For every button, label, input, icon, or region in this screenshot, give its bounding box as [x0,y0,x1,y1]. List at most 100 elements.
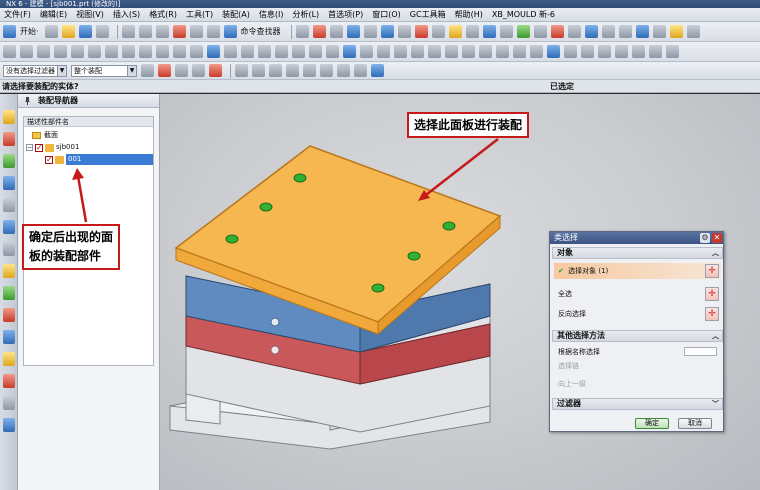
split-body-icon[interactable] [275,45,288,58]
pan-icon[interactable] [329,25,343,38]
select-all-row[interactable]: 全选 ✛ [554,286,721,302]
reuse-library-tab-icon[interactable] [3,176,15,190]
chamfer-icon[interactable] [652,25,666,38]
name-input[interactable] [684,347,717,356]
menu-format[interactable]: 格式(R) [149,9,177,20]
promote-icon[interactable] [513,45,526,58]
sweep-icon[interactable] [615,45,628,58]
system-scenes-tab-icon[interactable] [3,352,15,366]
paste-icon[interactable] [155,25,169,38]
delete-body-icon[interactable] [564,45,577,58]
print-icon[interactable] [95,25,109,38]
subtract-icon[interactable] [173,45,186,58]
draft-icon[interactable] [224,45,237,58]
revolve-icon[interactable] [601,25,615,38]
select-all-icon[interactable]: ✛ [705,287,719,301]
trim-body-icon[interactable] [530,45,543,58]
menu-analysis[interactable]: 分析(L) [292,9,319,20]
copy-icon[interactable] [138,25,152,38]
web-browser-tab-icon[interactable] [3,220,15,234]
snap-control-point-icon[interactable] [269,64,282,77]
emboss-icon[interactable] [411,45,424,58]
thicken-icon[interactable] [377,45,390,58]
block-icon[interactable] [3,45,16,58]
snap-mid-point-icon[interactable] [252,64,265,77]
replace-face-icon[interactable] [326,45,339,58]
datum-icon[interactable] [567,25,581,38]
measure-icon[interactable] [482,25,496,38]
manufacturing-wizards-tab-icon[interactable] [3,308,15,322]
group-other-methods-header[interactable]: 其他选择方法 ︿ [552,330,723,342]
chevron-down-icon[interactable]: ﹀ [712,399,719,409]
ok-button[interactable]: 确定 [635,418,669,429]
visibility-checkbox[interactable] [45,154,53,165]
section-icon[interactable] [499,25,513,38]
simplify-icon[interactable] [581,45,594,58]
history-tab-icon[interactable] [3,242,15,256]
open-folder-icon[interactable] [61,25,75,38]
new-file-icon[interactable] [44,25,58,38]
snap-icon[interactable] [533,25,547,38]
sew-icon[interactable] [343,45,356,58]
select-target-icon[interactable] [158,64,171,77]
close-icon[interactable]: ✕ [712,233,722,243]
tree-node-sjb001[interactable]: − sjb001 [26,142,79,153]
process-studio-tab-icon[interactable] [3,286,15,300]
cone-icon[interactable] [37,45,50,58]
constraint-navigator-tab-icon[interactable] [3,132,15,146]
invert-selection-row[interactable]: 反向选择 ✛ [554,306,721,322]
render-style-icon[interactable] [380,25,394,38]
undo-icon[interactable] [189,25,203,38]
tree-node-001[interactable]: 001 [45,154,153,165]
sphere-icon[interactable] [54,45,67,58]
bridge-icon[interactable] [462,45,475,58]
trim-icon[interactable] [669,25,683,38]
ruled-icon[interactable] [649,45,662,58]
unite-icon[interactable] [156,45,169,58]
rectangle-select-icon[interactable] [209,64,222,77]
scale-body-icon[interactable] [258,45,271,58]
face-blend-icon[interactable] [445,45,458,58]
menu-assemblies[interactable]: 装配(A) [222,9,250,20]
shaded-icon[interactable] [397,25,411,38]
command-finder-button[interactable]: 命令查找器 [241,26,281,37]
cut-icon[interactable] [121,25,135,38]
sketch-icon[interactable] [550,25,564,38]
intersect-icon[interactable] [190,45,203,58]
roles-tab-icon[interactable] [3,330,15,344]
analysis-icon[interactable] [516,25,530,38]
thread-icon[interactable] [394,45,407,58]
snap-point-on-curve-icon[interactable] [354,64,367,77]
undo-selection-icon[interactable] [175,64,188,77]
invert-selection-icon[interactable]: ✛ [705,307,719,321]
rotate-icon[interactable] [346,25,360,38]
blend-icon[interactable] [635,25,649,38]
visualization-tab-icon[interactable] [3,396,15,410]
through-curves-icon[interactable] [632,45,645,58]
menu-view[interactable]: 视图(V) [76,9,104,20]
snap-intersection-icon[interactable] [286,64,299,77]
menu-xb-mould[interactable]: XB_MOULD 新-6 [492,9,555,20]
menu-help[interactable]: 帮助(H) [455,9,483,20]
snap-quadrant-icon[interactable] [320,64,333,77]
wcs-icon[interactable] [431,25,445,38]
pocket-icon[interactable] [88,45,101,58]
feature-select-icon[interactable] [192,64,205,77]
redo-icon[interactable] [206,25,220,38]
pin-icon[interactable] [24,97,31,105]
hide-icon[interactable] [448,25,462,38]
snap-end-point-icon[interactable] [235,64,248,77]
snap-existing-point-icon[interactable] [337,64,350,77]
zoom-icon[interactable] [312,25,326,38]
system-materials-tab-icon[interactable] [3,264,15,278]
cancel-button[interactable]: 取消 [678,418,712,429]
shell-icon[interactable] [207,45,220,58]
delete-icon[interactable] [172,25,186,38]
offset-face-icon[interactable] [241,45,254,58]
wrap-icon[interactable] [496,45,509,58]
move-face-icon[interactable] [309,45,322,58]
menu-insert[interactable]: 插入(S) [113,9,140,20]
patch-icon[interactable] [360,45,373,58]
menu-preferences[interactable]: 首选项(P) [328,9,363,20]
cylinder-icon[interactable] [20,45,33,58]
